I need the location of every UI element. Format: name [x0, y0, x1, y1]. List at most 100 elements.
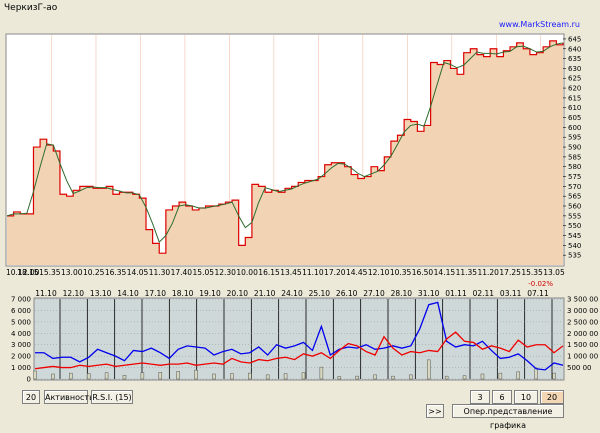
price-y-tick-label: 620 — [568, 85, 581, 93]
indicator-left-tick-label: 0 — [27, 376, 31, 384]
price-x-tick-label: 15.35 — [521, 268, 543, 277]
price-x-tick-label: 15.35 — [39, 268, 61, 277]
price-y-tick-label: 625 — [568, 75, 581, 83]
range-20d-button[interactable]: 20 дн. — [540, 390, 564, 416]
volume-bar — [534, 367, 538, 380]
indicator-date-label: 24.10 — [281, 289, 303, 298]
indicator-right-tick-label: 2 000 00 — [567, 330, 598, 338]
indicator-date-label: 02.11 — [473, 289, 495, 298]
indicator-right-tick-label: 500 00 — [567, 364, 592, 372]
indicator-date-label: 17.10 — [145, 289, 167, 298]
price-y-tick-label: 545 — [568, 232, 581, 240]
volume-bar — [212, 373, 216, 380]
price-x-tick-label: 11.10 — [302, 268, 324, 277]
price-x-tick-label: 11.30 — [149, 268, 171, 277]
indicator-left-tick-label: 3 000 — [11, 341, 31, 349]
rsi-button[interactable]: R.S.I. (15) — [91, 390, 133, 404]
price-y-tick-label: 630 — [568, 65, 581, 73]
indicator-right-tick-label: 3 500 00 — [567, 296, 598, 304]
price-y-tick-label: 635 — [568, 55, 581, 63]
volume-bar — [462, 375, 467, 380]
price-y-tick-label: 645 — [568, 35, 581, 43]
price-y-tick-label: 610 — [568, 104, 581, 112]
price-y-axis: 645 640 635 630 625 620615 610 605 600 595 590585 5… — [563, 35, 581, 260]
volume-bar — [301, 372, 306, 380]
volume-bar — [176, 371, 180, 380]
price-x-tick-label: 17.40 — [171, 268, 193, 277]
volume-bar — [409, 374, 413, 380]
price-x-axis: 10.12.0018.15 15.35 13.00 10.25 16.35 14.05 11… — [6, 268, 565, 277]
volume-bar — [104, 372, 109, 380]
price-y-tick-label: 600 — [568, 124, 581, 132]
indicator-date-axis: 11.10 12.10 13.10 14.10 17.10 18.10 19.10 20.10… — [35, 289, 549, 298]
volume-bar — [69, 372, 73, 380]
range-6d-button[interactable]: 6 дн. — [492, 390, 512, 416]
indicator-date-label: 26.10 — [336, 289, 358, 298]
volume-bar — [33, 370, 37, 380]
volume-bar — [444, 375, 449, 380]
volume-bar — [427, 359, 431, 380]
price-x-tick-label: 14.15 — [434, 268, 456, 277]
indicator-date-label: 13.10 — [90, 289, 112, 298]
indicator-date-label: 19.10 — [199, 289, 221, 298]
indicator-right-tick-label: 2 500 00 — [567, 318, 598, 326]
charts-canvas: 645 640 635 630 625 620615 610 605 600 595 590585 5… — [5, 33, 598, 384]
activity-button[interactable]: Активность — [44, 390, 94, 404]
indicator-left-tick-label: 7 000 — [11, 296, 31, 304]
volume-bar — [194, 369, 198, 380]
volume-bar — [283, 373, 288, 380]
volume-bar — [552, 372, 556, 380]
volume-bar — [319, 366, 324, 380]
indicator-left-tick-label: 1 000 — [11, 364, 31, 372]
scroll-forward-button[interactable]: >> — [426, 404, 444, 418]
price-y-tick-label: 580 — [568, 163, 581, 171]
price-y-tick-label: 575 — [568, 173, 581, 181]
price-y-tick-label: 540 — [568, 242, 581, 250]
volume-bar — [373, 374, 377, 380]
indicator-date-label: 27.10 — [363, 289, 385, 298]
price-y-tick-label: 560 — [568, 203, 581, 211]
indicator-right-tick-label: 1 500 00 — [567, 341, 598, 349]
indicator-date-label: 11.10 — [35, 289, 57, 298]
volume-bar — [391, 375, 395, 380]
price-y-tick-label: 640 — [568, 45, 581, 53]
price-x-tick-label: 17.25 — [499, 268, 521, 277]
price-x-tick-label: 17.20 — [324, 268, 346, 277]
volume-bar — [230, 373, 234, 380]
period-value[interactable]: 20 — [22, 390, 40, 404]
price-y-tick-label: 535 — [568, 252, 581, 260]
price-x-tick-label: 10.35 — [390, 268, 412, 277]
indicator-date-label: 01.11 — [445, 289, 467, 298]
price-x-tick-label: 16.35 — [105, 268, 127, 277]
price-x-tick-label: 10.00 — [236, 268, 258, 277]
price-y-tick-label: 565 — [568, 193, 581, 201]
price-y-tick-label: 595 — [568, 134, 581, 142]
indicator-date-label: 14.10 — [117, 289, 139, 298]
indicator-left-tick-label: 6 000 — [11, 307, 31, 315]
price-y-tick-label: 615 — [568, 94, 581, 102]
indicator-date-label: 12.10 — [63, 289, 85, 298]
volume-bar — [480, 373, 485, 380]
price-y-tick-label: 585 — [568, 153, 581, 161]
price-y-tick-label: 590 — [568, 144, 581, 152]
volume-bar — [86, 373, 91, 380]
volume-bar — [265, 374, 270, 380]
volume-bar — [355, 375, 359, 380]
price-x-tick-label: 16.50 — [412, 268, 434, 277]
volume-bar — [51, 373, 55, 380]
indicator-date-label: 25.10 — [309, 289, 331, 298]
indicator-left-axis: 7 000 6 000 5 000 4 000 3 000 2 000 1 000 0 — [11, 296, 31, 384]
indicator-left-tick-label: 2 000 — [11, 353, 31, 361]
price-x-tick-label: 11.35 — [456, 268, 478, 277]
volume-bar — [248, 372, 252, 380]
volume-bar — [337, 376, 342, 380]
range-3d-button[interactable]: 3 дн. — [470, 390, 490, 416]
price-x-tick-label: 18.15 — [17, 268, 39, 277]
range-10d-button[interactable]: 10 дн. — [514, 390, 538, 416]
volume-bar — [140, 372, 145, 380]
price-x-tick-label: 14.05 — [127, 268, 149, 277]
volume-bar — [516, 371, 521, 380]
change-percent: -0.02% — [528, 280, 553, 288]
op-view-button[interactable]: Опер.представление графика — [452, 404, 564, 430]
indicator-date-label: 18.10 — [172, 289, 194, 298]
